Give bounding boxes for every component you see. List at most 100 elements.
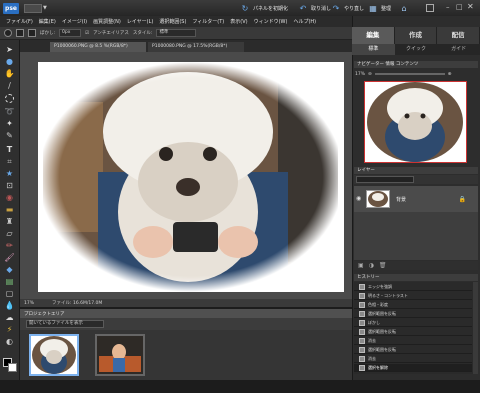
history-item[interactable]: ぼかし xyxy=(354,319,472,327)
home-button[interactable]: ⌂ xyxy=(399,3,409,14)
tab-document-2[interactable]: P1000080.PNG @ 17.5%(RGB/8*) xyxy=(148,42,244,52)
help-icon[interactable] xyxy=(426,4,434,12)
navigator-zoom-value: 17% xyxy=(355,71,366,77)
paint-bucket-tool-icon[interactable]: ◆ xyxy=(4,264,15,275)
history-item[interactable]: 選択範囲を反転 xyxy=(354,310,472,318)
tab-edit[interactable]: 編集 xyxy=(352,27,395,44)
crop-tool-icon[interactable]: ⌗ xyxy=(4,156,15,167)
maximize-icon[interactable]: □ xyxy=(456,3,463,11)
style-label: スタイル: xyxy=(132,31,153,36)
history-item[interactable]: エッジを強調 xyxy=(354,283,472,291)
antialias-checkbox[interactable]: ☑ xyxy=(85,31,89,36)
delete-layer-icon[interactable]: 🗑 xyxy=(379,262,387,269)
navigator-image xyxy=(367,82,463,162)
tool-options-bar: ぼかし: 0px ☑ アンチエイリアス スタイル: 標準 xyxy=(0,27,352,40)
new-selection-icon[interactable] xyxy=(16,29,24,37)
red-eye-tool-icon[interactable]: ◉ xyxy=(4,192,15,203)
tab-document-1[interactable]: P1000060.PNG @ 8.5 %(RGB/8*) xyxy=(50,42,146,52)
menu-edit[interactable]: 編集(E) xyxy=(36,18,59,25)
undo-icon: ↶ xyxy=(299,4,307,13)
menu-window[interactable]: ウィンドウ(W) xyxy=(251,18,291,25)
layer-row-background[interactable]: ◉ 背景 🔒 xyxy=(354,186,478,212)
shape-tool-icon[interactable]: ▢ xyxy=(4,288,15,299)
history-item-label: 消去 xyxy=(368,355,376,361)
menu-layer[interactable]: レイヤー(L) xyxy=(124,18,157,25)
close-icon[interactable]: ✕ xyxy=(467,2,474,11)
menu-view[interactable]: 表示(V) xyxy=(227,18,250,25)
menu-filter[interactable]: フィルター(T) xyxy=(189,18,227,25)
menu-enhance[interactable]: 画質調整(N) xyxy=(90,18,124,25)
organizer-icon: ▦ xyxy=(369,4,377,13)
tab-share[interactable]: 配信 xyxy=(437,27,480,44)
magic-wand-tool-icon[interactable]: ✦ xyxy=(4,118,15,129)
minimize-icon[interactable]: – xyxy=(446,3,450,11)
hand-tool-icon[interactable]: ✋ xyxy=(4,68,15,79)
chevron-down-icon[interactable]: ▼ xyxy=(43,5,49,11)
dodge-tool-icon[interactable]: ◐ xyxy=(4,336,15,347)
brush-tool-icon[interactable]: 🖌 xyxy=(4,252,15,263)
tab-guided-edit[interactable]: ガイド xyxy=(437,44,480,55)
menu-image[interactable]: イメージ(I) xyxy=(59,18,90,25)
navigator-zoom-slider[interactable] xyxy=(374,73,445,75)
tab-full-edit[interactable]: 標準 xyxy=(352,44,395,55)
style-select[interactable]: 標準 xyxy=(156,29,197,37)
navigator-preview[interactable] xyxy=(364,81,467,163)
history-item-selected[interactable]: 選択を解除 xyxy=(354,364,472,372)
zoom-tool-icon[interactable]: ● xyxy=(4,56,15,67)
history-step-icon xyxy=(359,292,365,299)
adjustment-layer-icon[interactable]: ◑ xyxy=(369,262,374,269)
organizer-button[interactable]: ▦ 整理 xyxy=(368,3,391,14)
sponge-tool-icon[interactable]: ☁ xyxy=(4,312,15,323)
history-scrollbar[interactable] xyxy=(473,282,478,374)
zoom-out-icon[interactable]: ⊖ xyxy=(368,72,372,77)
history-header[interactable]: ヒストリー xyxy=(354,274,478,281)
menu-select[interactable]: 選択範囲(S) xyxy=(156,18,189,25)
menu-help[interactable]: ヘルプ(H) xyxy=(290,18,319,25)
feather-input[interactable]: 0px xyxy=(59,29,82,37)
workspace-select[interactable] xyxy=(24,4,42,13)
redo-button[interactable]: ↷ やり直し xyxy=(331,3,364,14)
blend-mode-select[interactable] xyxy=(356,176,414,183)
history-item[interactable]: 消去 xyxy=(354,355,472,363)
healing-brush-tool-icon[interactable]: ▬ xyxy=(4,204,15,215)
history-item[interactable]: 選択範囲を反転 xyxy=(354,346,472,354)
gradient-tool-icon[interactable]: ▤ xyxy=(4,276,15,287)
zoom-in-icon[interactable]: ⊕ xyxy=(448,72,452,77)
bin-thumbnail-2[interactable] xyxy=(95,334,145,376)
undo-button[interactable]: ↶ 取り消し xyxy=(298,3,331,14)
blur-tool-icon[interactable]: 💧 xyxy=(4,300,15,311)
bin-filter-select[interactable]: 開いているファイルを表示 xyxy=(26,320,104,328)
ellipse-marquee-icon[interactable] xyxy=(4,29,12,37)
history-list: エッジを強調 明るさ・コントラスト 色相・彩度 選択範囲を反転 ぼかし 選択範囲… xyxy=(354,282,478,374)
image-canvas[interactable] xyxy=(38,62,344,292)
lasso-tool-icon[interactable]: ➰ xyxy=(4,106,15,117)
history-item[interactable]: 色相・彩度 xyxy=(354,301,472,309)
menu-file[interactable]: ファイル(F) xyxy=(3,18,36,25)
layers-header[interactable]: レイヤー xyxy=(354,167,478,174)
ellipse-marquee-tool-icon[interactable] xyxy=(5,94,14,103)
reset-panels-button[interactable]: ↻ パネルを初期化 xyxy=(240,3,288,14)
cookie-cutter-tool-icon[interactable]: ★ xyxy=(4,168,15,179)
history-item[interactable]: 明るさ・コントラスト xyxy=(354,292,472,300)
navigator-header[interactable]: ナビゲーター 情報 コンテンツ xyxy=(354,61,478,68)
straighten-tool-icon[interactable]: ⊡ xyxy=(4,180,15,191)
background-color-swatch[interactable] xyxy=(8,363,17,372)
history-item[interactable]: 消去 xyxy=(354,337,472,345)
pencil-tool-icon[interactable]: ✏ xyxy=(4,240,15,251)
eraser-tool-icon[interactable]: ▱ xyxy=(4,228,15,239)
bin-thumbnail-1[interactable] xyxy=(29,334,79,376)
smudge-tool-icon[interactable]: ⚡ xyxy=(4,324,15,335)
eyedropper-tool-icon[interactable]: ∕ xyxy=(4,80,15,91)
tab-create[interactable]: 作成 xyxy=(394,27,438,44)
layer-thumbnail xyxy=(366,190,390,208)
history-item[interactable]: 選択範囲を反転 xyxy=(354,328,472,336)
move-tool-icon[interactable]: ➤ xyxy=(4,44,15,55)
selection-brush-tool-icon[interactable]: ✎ xyxy=(4,130,15,141)
new-layer-icon[interactable]: ▣ xyxy=(358,262,364,269)
clone-stamp-tool-icon[interactable]: ♜ xyxy=(4,216,15,227)
project-bin-header[interactable]: プロジェクトエリア xyxy=(20,309,352,318)
add-selection-icon[interactable] xyxy=(28,29,36,37)
eye-icon[interactable]: ◉ xyxy=(356,195,361,202)
tab-quick-edit[interactable]: クイック xyxy=(395,44,438,55)
type-tool-icon[interactable]: T xyxy=(4,144,15,155)
